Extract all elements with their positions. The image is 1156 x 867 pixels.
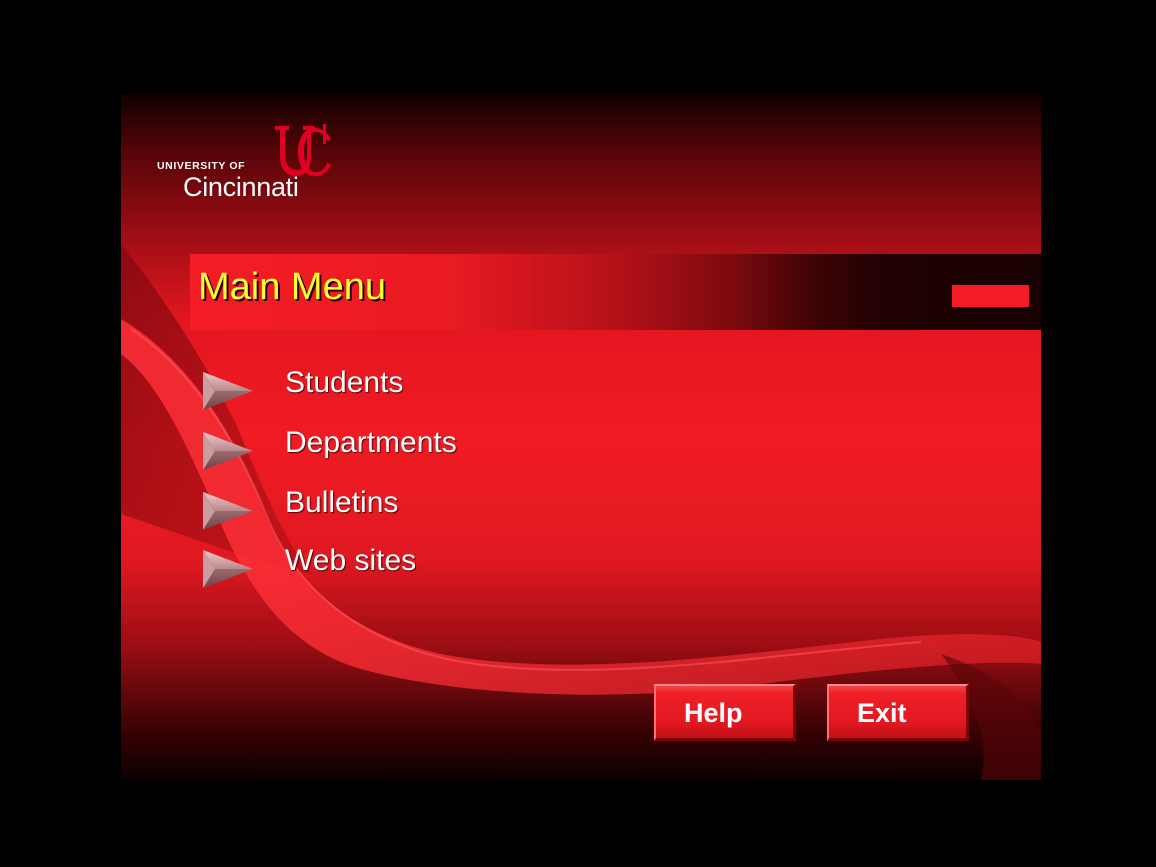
page-title: Main Menu xyxy=(198,266,386,308)
menu-item-web-sites[interactable]: Web sites xyxy=(201,544,581,592)
menu-label-bulletins: Bulletins xyxy=(285,486,399,519)
title-bar: Main Menu xyxy=(190,254,1041,330)
university-logo: UNIVERSITY OF Cincinnati xyxy=(157,122,357,212)
menu-slide: UNIVERSITY OF Cincinnati Main Menu Stude… xyxy=(121,94,1041,780)
title-accent-bar xyxy=(952,285,1029,307)
menu-item-students[interactable]: Students xyxy=(201,366,581,414)
menu-label-web-sites: Web sites xyxy=(285,544,417,577)
menu-label-departments: Departments xyxy=(285,426,457,459)
help-button-label: Help xyxy=(684,698,743,728)
exit-button[interactable]: Exit xyxy=(827,684,969,741)
logo-university-of: UNIVERSITY OF xyxy=(157,160,246,172)
menu-item-departments[interactable]: Departments xyxy=(201,426,581,474)
help-button[interactable]: Help xyxy=(654,684,796,741)
arrow-right-icon xyxy=(203,432,253,470)
logo-cincinnati: Cincinnati xyxy=(183,172,299,202)
menu-label-students: Students xyxy=(285,366,404,399)
arrow-right-icon xyxy=(203,492,253,530)
arrow-right-icon xyxy=(203,372,253,410)
arrow-right-icon xyxy=(203,550,253,588)
menu-item-bulletins[interactable]: Bulletins xyxy=(201,486,581,534)
exit-button-label: Exit xyxy=(857,698,907,728)
screen: UNIVERSITY OF Cincinnati Main Menu Stude… xyxy=(0,0,1156,867)
